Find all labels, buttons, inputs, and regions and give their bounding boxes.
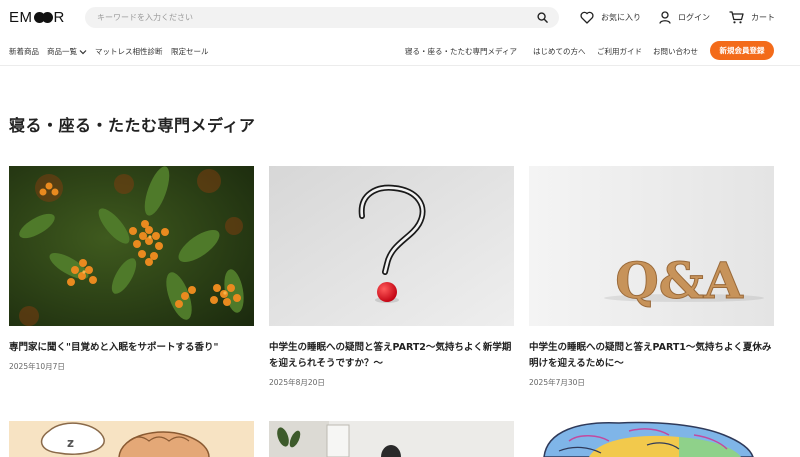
nav-first-time[interactable]: はじめての方へ	[533, 46, 586, 57]
favorites-link[interactable]: お気に入り	[580, 9, 641, 25]
nav-new-products[interactable]: 新着商品	[9, 46, 39, 57]
article-card[interactable]: 中学生の睡眠への疑問と答えPART2～気持ちよく新学期を迎えられそうですか？～ …	[269, 166, 514, 388]
article-date: 2025年7月30日	[529, 378, 585, 387]
nav-media[interactable]: 寝る・座る・たたむ専門メディア	[405, 46, 517, 57]
article-card[interactable]: 専門家に聞く"目覚めと入眠をサポートする香り" 2025年10月7日	[9, 166, 254, 372]
page-title: 寝る・座る・たたむ専門メディア	[9, 116, 256, 135]
article-thumbnail	[529, 421, 774, 457]
favorites-label: お気に入り	[601, 12, 641, 22]
article-date: 2025年8月20日	[269, 378, 325, 387]
nav-contact[interactable]: お問い合わせ	[653, 46, 698, 57]
article-thumbnail: z	[9, 421, 254, 457]
chevron-down-icon	[79, 49, 87, 54]
login-label: ログイン	[678, 12, 710, 22]
article-card[interactable]: Q&A 中学生の睡眠への疑問と答えPART1～気持ちよく夏休み明けを迎えるために…	[529, 166, 774, 388]
login-link[interactable]: ログイン	[659, 9, 710, 25]
search-bar	[85, 7, 559, 28]
article-thumbnail	[269, 166, 514, 326]
article-title: 中学生の睡眠への疑問と答えPART2～気持ちよく新学期を迎えられそうですか？～	[269, 342, 512, 369]
register-button[interactable]: 新規会員登録	[710, 41, 774, 60]
article-title: 専門家に聞く"目覚めと入眠をサポートする香り"	[9, 342, 219, 353]
user-icon	[659, 10, 671, 24]
article-thumbnail	[9, 166, 254, 326]
cart-label: カート	[751, 12, 775, 22]
svg-text:z: z	[67, 436, 74, 450]
search-input[interactable]	[97, 7, 517, 28]
nav-limited-sale[interactable]: 限定セール	[171, 46, 209, 57]
nav-product-list-label: 商品一覧	[47, 47, 77, 56]
nav-guide[interactable]: ご利用ガイド	[597, 46, 642, 57]
heart-icon	[580, 11, 594, 24]
article-thumbnail: Q&A	[529, 166, 774, 326]
nav-product-list[interactable]: 商品一覧	[47, 46, 87, 57]
article-date: 2025年10月7日	[9, 362, 65, 371]
cart-link[interactable]: カート	[729, 9, 775, 25]
article-card[interactable]	[529, 421, 774, 457]
qa-image-text: Q&A	[615, 251, 744, 310]
logo-text: EM	[9, 8, 33, 26]
article-card[interactable]	[269, 421, 514, 457]
article-card[interactable]: z	[9, 421, 254, 457]
search-icon[interactable]	[537, 12, 548, 23]
site-header: EMR お気に入り ログイン カート	[0, 0, 800, 38]
logo-mark	[33, 11, 53, 23]
main-nav: 新着商品 商品一覧 マットレス相性診断 限定セール 寝る・座る・たたむ専門メディ…	[0, 38, 800, 66]
logo[interactable]: EM R	[9, 8, 65, 26]
cart-icon	[729, 10, 744, 23]
article-title: 中学生の睡眠への疑問と答えPART1～気持ちよく夏休み明けを迎えるために～	[529, 342, 772, 369]
article-thumbnail	[269, 421, 514, 457]
nav-mattress-diagnosis[interactable]: マットレス相性診断	[95, 46, 163, 57]
